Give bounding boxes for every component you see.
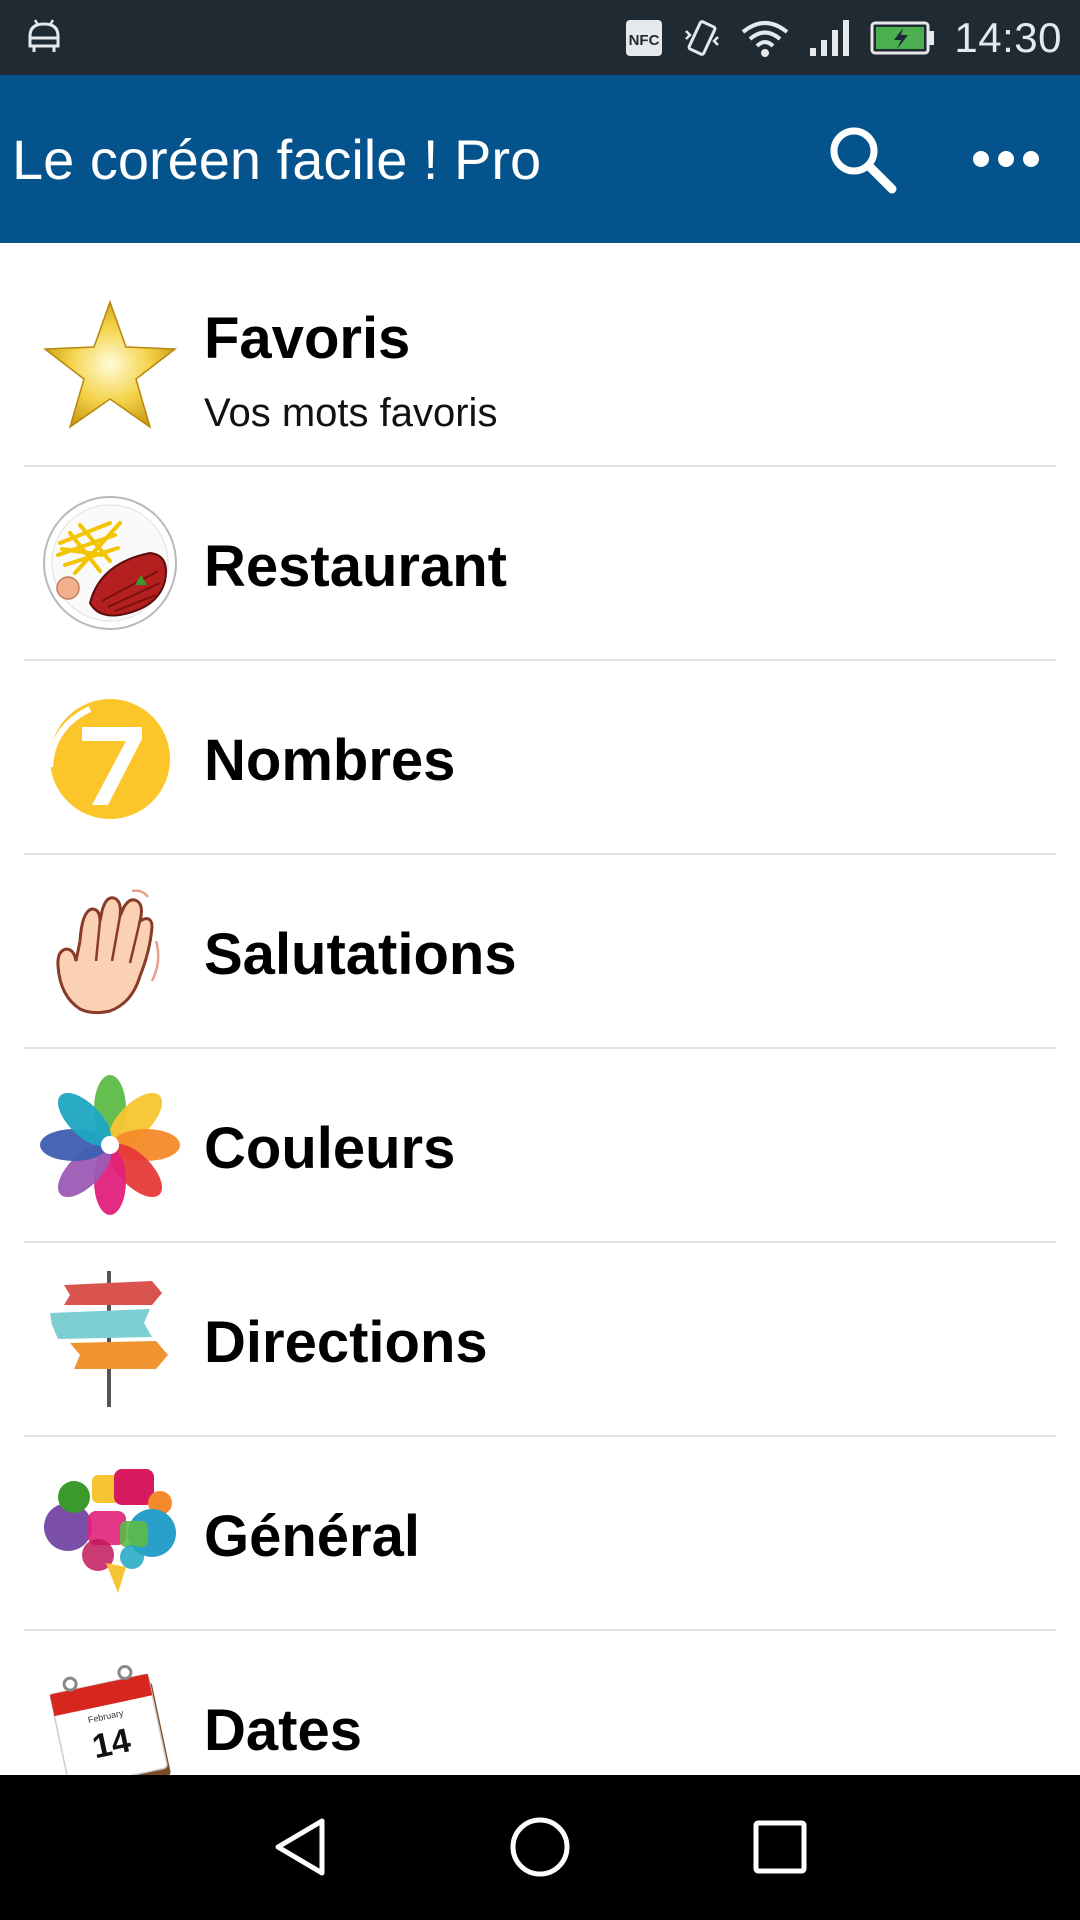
list-item-subtitle: Vos mots favoris xyxy=(204,391,498,435)
list-item-favoris[interactable]: Favoris Vos mots favoris xyxy=(0,243,1080,465)
back-icon[interactable] xyxy=(250,1797,350,1897)
navigation-bar xyxy=(0,1775,1080,1920)
number-seven-icon xyxy=(40,687,180,827)
color-flower-icon xyxy=(40,1075,180,1215)
list-item-couleurs[interactable]: Couleurs xyxy=(0,1049,1080,1241)
recents-icon[interactable] xyxy=(730,1797,830,1897)
search-icon[interactable] xyxy=(822,119,902,199)
vibrate-icon xyxy=(682,17,722,59)
list-item-general[interactable]: Général xyxy=(0,1437,1080,1629)
status-time: 14:30 xyxy=(954,13,1062,61)
star-icon xyxy=(40,297,180,437)
status-bar: NFC 14:30 xyxy=(0,0,1080,75)
wifi-icon xyxy=(740,18,790,58)
list-item-directions[interactable]: Directions xyxy=(0,1243,1080,1435)
list-item-title: Général xyxy=(204,1504,420,1569)
speech-bubbles-icon xyxy=(40,1463,180,1603)
food-plate-icon xyxy=(40,493,180,633)
list-item-title: Nombres xyxy=(204,728,456,793)
battery-charging-icon xyxy=(870,20,936,56)
svg-text:14: 14 xyxy=(89,1721,134,1766)
more-options-icon[interactable] xyxy=(966,119,1046,199)
list-item-title: Restaurant xyxy=(204,534,507,599)
list-item-title: Dates xyxy=(204,1698,362,1763)
category-list: Favoris Vos mots favoris Restaurant Nomb… xyxy=(0,243,1080,1775)
calendar-icon: February 14 xyxy=(40,1657,180,1775)
waving-hand-icon xyxy=(40,881,180,1021)
list-item-title: Couleurs xyxy=(204,1116,456,1181)
app-title: Le coréen facile ! Pro xyxy=(12,127,542,191)
app-bar: Le coréen facile ! Pro xyxy=(0,75,1080,243)
svg-text:NFC: NFC xyxy=(629,32,660,49)
signpost-icon xyxy=(40,1269,180,1409)
list-item-title: Salutations xyxy=(204,922,517,987)
list-item-salutations[interactable]: Salutations xyxy=(0,855,1080,1047)
list-item-title: Directions xyxy=(204,1310,488,1375)
home-icon[interactable] xyxy=(490,1797,590,1897)
list-item-nombres[interactable]: Nombres xyxy=(0,661,1080,853)
android-debug-icon xyxy=(24,16,64,56)
list-item-restaurant[interactable]: Restaurant xyxy=(0,467,1080,659)
nfc-icon: NFC xyxy=(624,18,664,58)
list-item-title: Favoris xyxy=(204,306,411,371)
signal-icon xyxy=(808,18,852,58)
list-item-dates[interactable]: February 14 Dates xyxy=(0,1631,1080,1775)
